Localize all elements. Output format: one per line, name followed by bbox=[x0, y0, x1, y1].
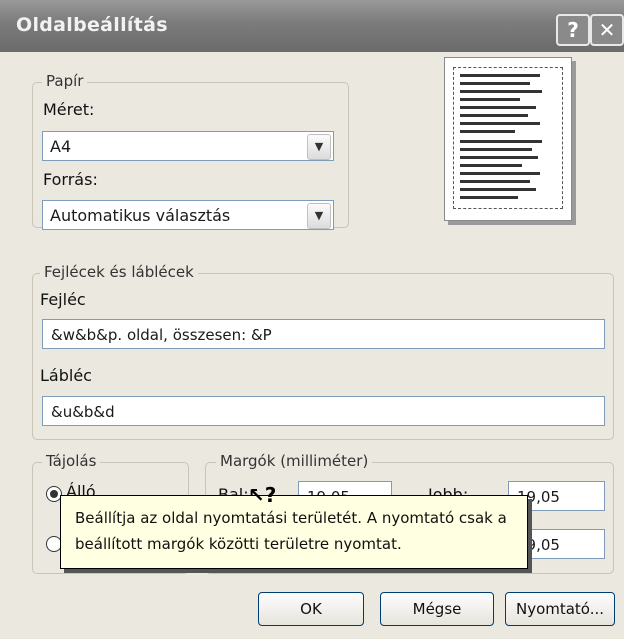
title-bar: Oldalbeállítás ? ✕ bbox=[0, 0, 624, 52]
size-label: Méret: bbox=[43, 100, 95, 119]
margins-group-label: Margók (milliméter) bbox=[216, 452, 373, 470]
headers-footers-group-label: Fejlécek és láblécek bbox=[40, 263, 198, 281]
footer-field[interactable]: &u&b&d bbox=[42, 396, 605, 426]
footer-label: Lábléc bbox=[40, 366, 92, 385]
page-setup-dialog: Papír Méret: A4 ▼ Forrás: Automatikus vá… bbox=[0, 52, 624, 639]
paper-size-value: A4 bbox=[50, 137, 72, 156]
ok-button[interactable]: OK bbox=[258, 592, 364, 626]
header-label: Fejléc bbox=[40, 290, 86, 309]
paper-source-select[interactable]: Automatikus választás ▼ bbox=[42, 200, 334, 230]
paper-size-select[interactable]: A4 ▼ bbox=[42, 131, 334, 161]
cancel-button[interactable]: Mégse bbox=[380, 592, 494, 626]
help-tooltip: Beállítja az oldal nyomtatási területét.… bbox=[60, 495, 528, 569]
chevron-down-icon[interactable]: ▼ bbox=[307, 134, 331, 160]
printer-button[interactable]: Nyomtató... bbox=[505, 592, 615, 626]
tooltip-line-1: Beállítja az oldal nyomtatási területét.… bbox=[75, 509, 507, 527]
paper-source-value: Automatikus választás bbox=[50, 206, 231, 225]
chevron-down-icon[interactable]: ▼ bbox=[307, 203, 331, 229]
help-cursor-icon: ↖? bbox=[248, 483, 277, 507]
window-title: Oldalbeállítás bbox=[16, 14, 168, 36]
help-button[interactable]: ? bbox=[556, 14, 590, 46]
close-button[interactable]: ✕ bbox=[590, 14, 624, 46]
header-field[interactable]: &w&b&p. oldal, összesen: &P bbox=[42, 319, 605, 349]
orientation-group-label: Tájolás bbox=[42, 452, 101, 470]
tooltip-line-2: beállított margók közötti területre nyom… bbox=[75, 535, 402, 553]
source-label: Forrás: bbox=[43, 170, 98, 189]
paper-group-label: Papír bbox=[42, 72, 88, 90]
page-preview-margins bbox=[453, 67, 563, 209]
page-preview bbox=[444, 57, 572, 221]
